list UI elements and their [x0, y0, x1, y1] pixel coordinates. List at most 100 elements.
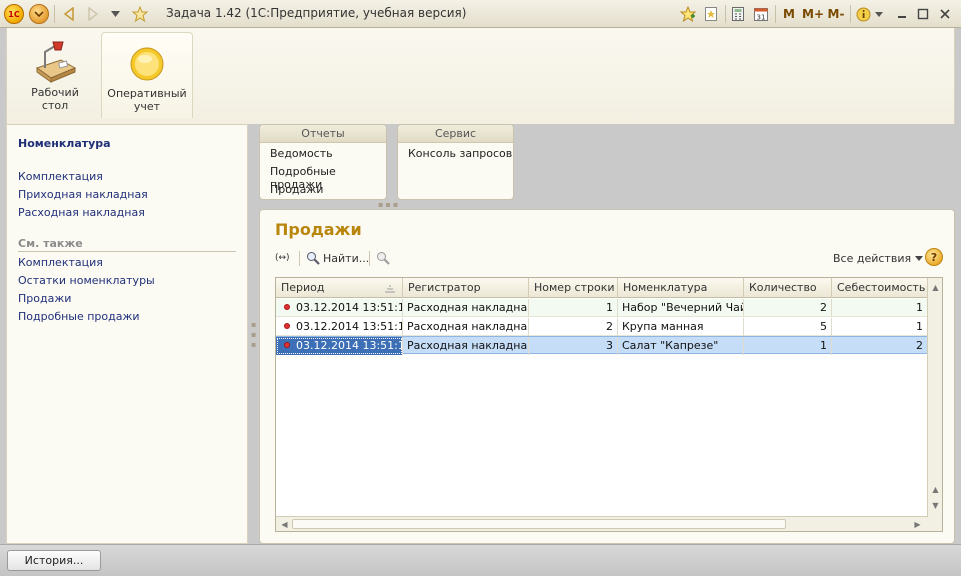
column-label: Период — [281, 281, 325, 294]
app-logo-icon[interactable]: 1С — [4, 4, 24, 24]
cell-item: Крупа манная — [618, 318, 744, 336]
splitter-handle[interactable]: ▪▪▪ — [251, 320, 256, 350]
cell-item: Набор "Вечерний Чай" — [618, 299, 744, 317]
cell-registrar: Расходная накладна... — [403, 299, 529, 317]
cell-quantity: 2 — [744, 299, 832, 317]
section-operational[interactable]: Оперативный учет — [101, 32, 193, 118]
section-label: стол — [41, 99, 69, 112]
section-desktop[interactable]: Рабочий стол — [9, 32, 101, 118]
table-row-selected[interactable]: 03.12.2014 13:51:18 Расходная накладна..… — [276, 336, 928, 355]
record-icon — [284, 342, 290, 348]
service-group: Сервис Консоль запросов — [397, 124, 514, 200]
section-label: Рабочий — [31, 86, 79, 99]
horizontal-scrollbar[interactable]: ◀ ▶ — [276, 516, 928, 531]
scroll-left-icon[interactable]: ◀ — [277, 517, 292, 531]
cell-line-number: 1 — [529, 299, 618, 317]
scroll-up-icon[interactable]: ▲ — [928, 280, 942, 295]
minimize-icon[interactable] — [893, 4, 911, 24]
main-menu-button[interactable] — [29, 4, 49, 24]
nav-title[interactable]: Номенклатура — [18, 137, 111, 150]
vertical-scrollbar[interactable]: ▲ ▲ ▼ — [927, 278, 942, 531]
see-also-link-stock[interactable]: Остатки номенклатуры — [18, 274, 155, 287]
nav-link-expense[interactable]: Расходная накладная — [18, 206, 145, 219]
cell-cost: 2 — [832, 337, 928, 355]
cancel-search-button[interactable] — [376, 248, 390, 268]
info-dropdown-icon[interactable] — [873, 4, 885, 24]
favorites-star-icon[interactable] — [130, 4, 150, 24]
find-button[interactable]: Найти... — [306, 248, 369, 268]
table-row[interactable]: 03.12.2014 13:51:18 Расходная накладна..… — [276, 318, 928, 336]
nav-link-receipt[interactable]: Приходная накладная — [18, 188, 148, 201]
report-vedomost[interactable]: Ведомость — [270, 147, 333, 160]
title-bar: 1С Задача 1.42 (1С:Предприятие, учебная … — [0, 0, 961, 28]
window-title: Задача 1.42 (1С:Предприятие, учебная вер… — [166, 6, 467, 20]
all-actions-button[interactable]: Все действия — [833, 248, 924, 268]
column-header-line-number[interactable]: Номер строки — [529, 278, 618, 298]
scroll-thumb[interactable] — [292, 519, 786, 529]
see-also-link-detailed-sales[interactable]: Подробные продажи — [18, 310, 140, 323]
sales-table[interactable]: Период Регистратор Номер строки Номенкла… — [275, 277, 943, 532]
column-header-period[interactable]: Период — [276, 278, 403, 298]
memory-add-button[interactable]: M+ — [802, 4, 824, 24]
memory-m-button[interactable]: M — [782, 4, 796, 24]
section-label: Оперативный — [107, 87, 187, 100]
splitter-handle[interactable]: ▪▪▪ — [378, 200, 400, 209]
sections-panel: Рабочий стол Оперативный учет — [6, 28, 955, 124]
column-header-cost[interactable]: Себестоимость — [832, 278, 928, 298]
separator — [299, 251, 300, 266]
see-also-link-sales[interactable]: Продажи — [18, 292, 71, 305]
set-period-button[interactable]: (↔) — [275, 248, 295, 268]
cell-registrar: Расходная накладна... — [403, 337, 529, 355]
sales-form: Продажи (↔) Найти... Все действия ? Пери… — [259, 209, 955, 544]
cell-period: 03.12.2014 13:51:18 — [276, 318, 403, 336]
calculator-icon[interactable] — [729, 4, 747, 24]
status-bar: История... — [0, 544, 961, 576]
section-label: учет — [133, 100, 161, 113]
form-title: Продажи — [275, 220, 362, 239]
maximize-icon[interactable] — [914, 4, 932, 24]
reports-group-title: Отчеты — [260, 125, 386, 143]
scroll-down-icon[interactable]: ▼ — [928, 498, 942, 513]
cell-quantity: 5 — [744, 318, 832, 336]
nav-link-kit[interactable]: Комплектация — [18, 170, 103, 183]
close-icon[interactable] — [936, 4, 954, 24]
cell-period: 03.12.2014 13:51:18 — [276, 299, 403, 317]
forward-arrow-icon[interactable] — [84, 4, 102, 24]
add-favorite-icon[interactable] — [679, 4, 697, 24]
report-sales[interactable]: Продажи — [270, 183, 323, 196]
memory-subtract-button[interactable]: M- — [826, 4, 846, 24]
desktop-lamp-icon — [31, 38, 79, 84]
table-row[interactable]: 03.12.2014 13:51:18 Расходная накладна..… — [276, 299, 928, 317]
cell-item: Салат "Капрезе" — [618, 337, 744, 355]
calendar-icon[interactable]: 31 — [752, 4, 770, 24]
operational-coin-icon — [123, 39, 171, 85]
record-icon — [284, 323, 290, 329]
cell-text: 03.12.2014 13:51:18 — [296, 339, 403, 352]
column-header-registrar[interactable]: Регистратор — [403, 278, 529, 298]
see-also-link-kit[interactable]: Комплектация — [18, 256, 103, 269]
separator — [850, 5, 851, 23]
scroll-top-icon[interactable]: ▲ — [928, 482, 942, 497]
back-arrow-icon[interactable] — [60, 4, 78, 24]
query-console-link[interactable]: Консоль запросов — [408, 147, 512, 160]
history-button[interactable]: История... — [7, 550, 101, 571]
cell-line-number: 3 — [529, 337, 618, 355]
chevron-down-icon — [915, 255, 924, 261]
separator — [54, 5, 55, 23]
help-button[interactable]: ? — [925, 248, 943, 266]
bookmark-icon[interactable] — [702, 4, 720, 24]
scroll-right-icon[interactable]: ▶ — [910, 517, 925, 531]
record-icon — [284, 304, 290, 310]
cell-line-number: 2 — [529, 318, 618, 336]
reports-group: Отчеты Ведомость Подробные продажи Прода… — [259, 124, 387, 200]
cell-period: 03.12.2014 13:51:18 — [276, 337, 403, 355]
cell-cost: 1 — [832, 299, 928, 317]
cell-text: 03.12.2014 13:51:18 — [296, 301, 403, 314]
table-header: Период Регистратор Номер строки Номенкла… — [276, 278, 928, 298]
info-icon[interactable] — [855, 4, 871, 24]
all-actions-label: Все действия — [833, 251, 912, 265]
column-header-item[interactable]: Номенклатура — [618, 278, 744, 298]
history-dropdown-icon[interactable] — [108, 4, 122, 24]
search-cancel-icon — [377, 252, 390, 265]
column-header-quantity[interactable]: Количество — [744, 278, 832, 298]
